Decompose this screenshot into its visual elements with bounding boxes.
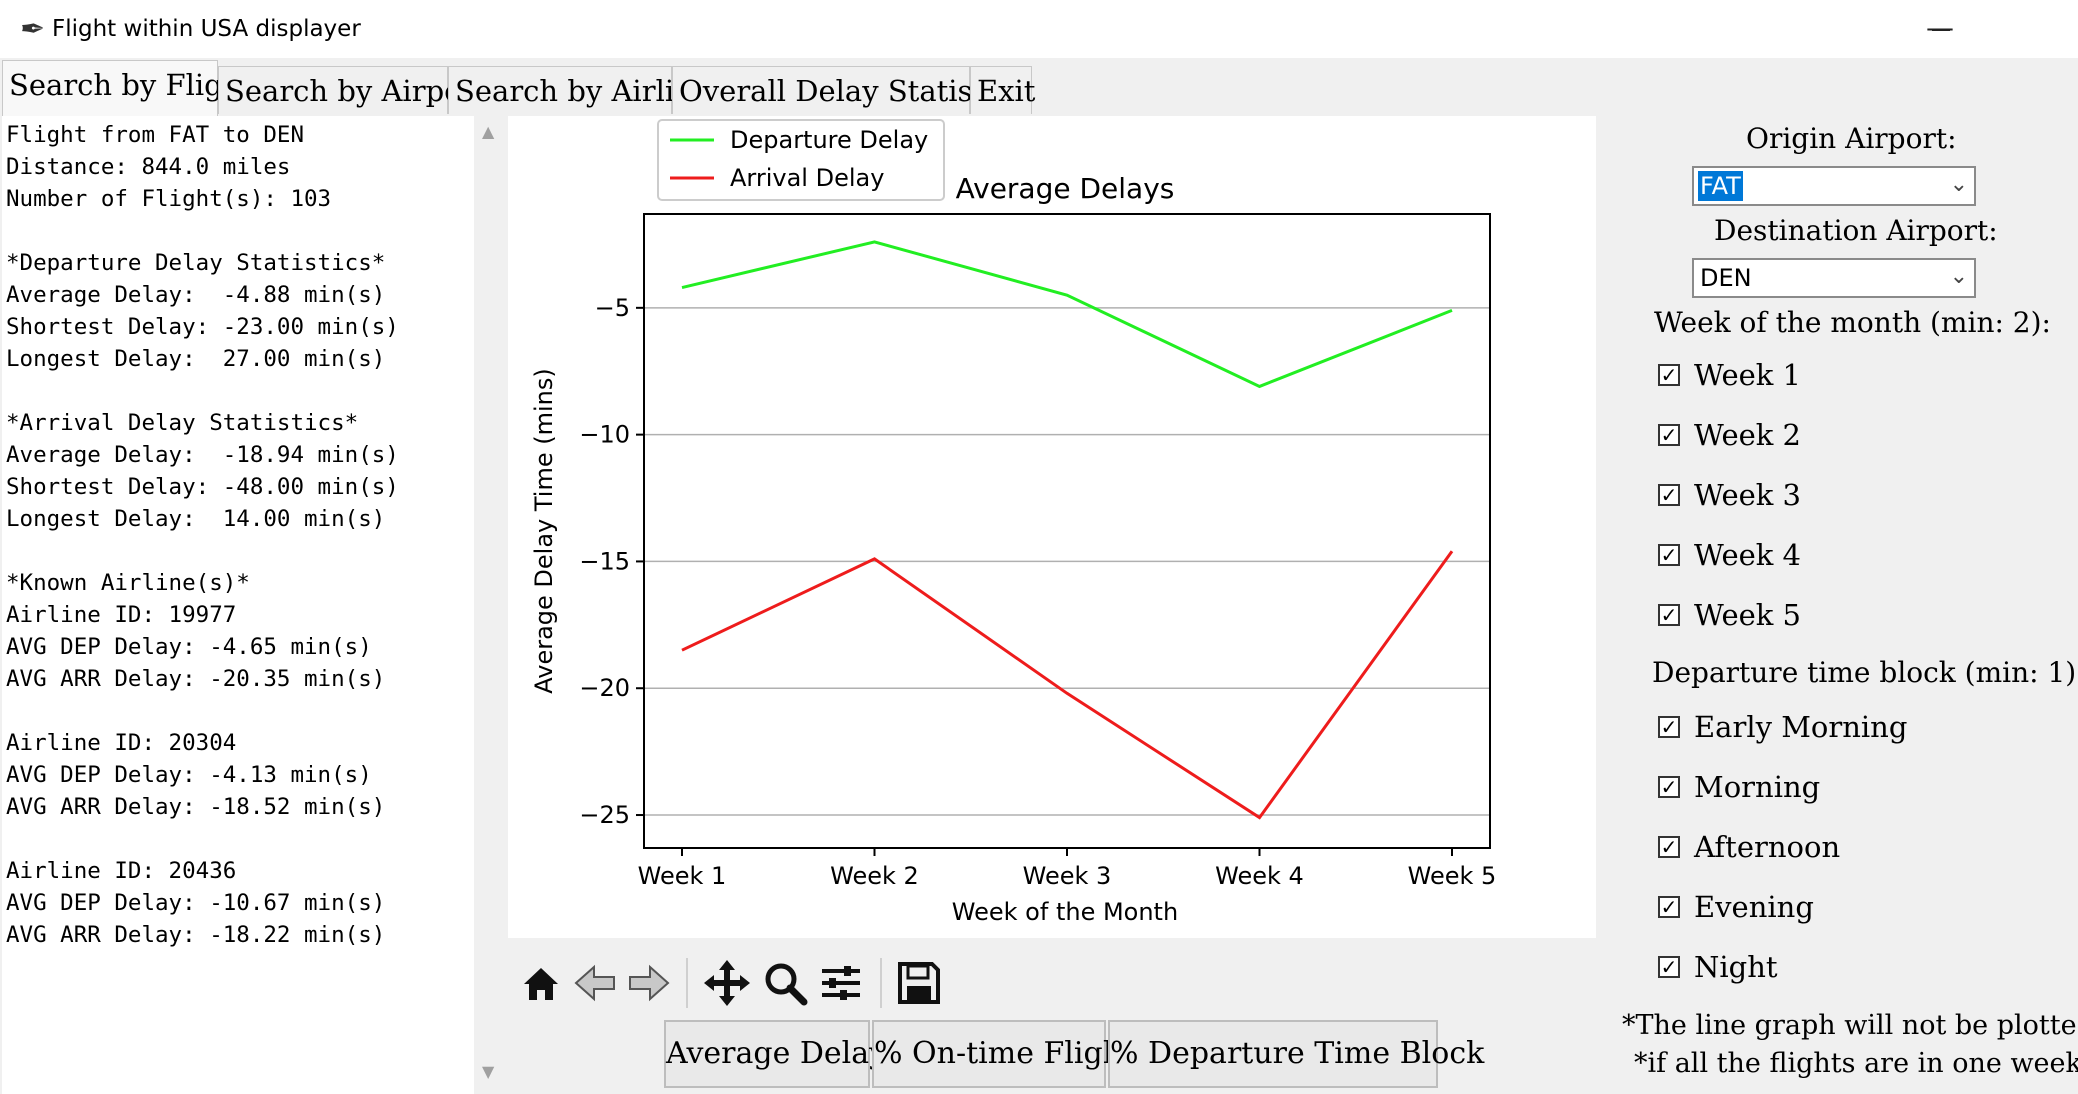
on-time-flight-button[interactable]: % On-time Flight [872,1020,1134,1088]
checkbox-box[interactable]: ✓ [1658,604,1680,626]
destination-airport-select[interactable]: DEN ⌄ [1692,258,1976,298]
chevron-down-icon: ⌄ [1949,264,1968,289]
origin-airport-label: Origin Airport: [1746,122,1957,155]
minimize-window-button[interactable] [1910,8,1970,48]
save-button[interactable] [892,956,946,1010]
chevron-down-icon: ⌄ [1949,172,1968,197]
checkbox-box[interactable]: ✓ [1658,776,1680,798]
pan-icon [704,960,750,1006]
filter-panel: Origin Airport: FAT ⌄ Destination Airpor… [1596,116,2078,1094]
arrival-delay-line [681,550,1454,820]
night-label: Night [1694,950,1778,984]
delay-chart: −5 −10 −15 −20 −25 Week 1 Week 2 Week 3 Week 4 We… [508,116,1596,938]
chart-title: Average Delays [956,172,1175,205]
back-arrow-icon [574,964,615,1002]
minimize-icon [1932,29,1950,31]
configure-subplots-icon [822,966,860,1000]
week-3-label: Week 3 [1694,478,1802,512]
plot-frame [643,213,1491,849]
average-delay-button[interactable]: Average Delay [664,1020,886,1088]
y-axis-label: Average Delay Time (mins) [530,368,558,694]
x-tick-label: Week 5 [1408,862,1497,890]
scroll-down-icon[interactable]: ▼ [482,1062,494,1081]
legend-label-departure: Departure Delay [730,126,928,154]
zoom-icon [765,963,808,1006]
back-button[interactable] [568,956,622,1010]
pan-button[interactable] [700,956,754,1010]
info-scrollbar[interactable]: ▲ ▼ [476,116,506,1094]
y-tick-label: −15 [579,547,630,575]
tab-bar: Search by Flight Search by Airport Searc… [0,58,2078,116]
x-tick-label: Week 1 [638,862,727,890]
destination-airport-value: DEN [1700,264,1752,292]
week-1-label: Week 1 [1694,358,1802,392]
tab-exit[interactable]: Exit [970,66,1035,114]
window-title: Flight within USA displayer [52,16,361,42]
tab-search-by-flight[interactable]: Search by Flight [2,60,253,116]
feather-icon: ✒ [20,12,46,47]
evening-label: Evening [1694,890,1814,924]
toolbar-separator [880,958,882,1008]
y-tick-label: −5 [595,294,630,322]
morning-label: Morning [1694,770,1821,804]
save-icon [898,962,940,1004]
week-of-month-label: Week of the month (min: 2): [1654,306,2051,339]
checkbox-box[interactable]: ✓ [1658,424,1680,446]
destination-airport-label: Destination Airport: [1714,214,1998,247]
plot-note-line-1: *The line graph will not be plotted* [1622,1010,2078,1041]
legend-label-arrival: Arrival Delay [730,164,884,192]
plot-toolbar [508,950,1008,1016]
origin-airport-select[interactable]: FAT ⌄ [1692,166,1976,206]
tab-search-by-airport[interactable]: Search by Airport [218,66,487,114]
checkbox-box[interactable]: ✓ [1658,716,1680,738]
checkbox-box[interactable]: ✓ [1658,484,1680,506]
x-axis-label: Week of the Month [952,898,1178,926]
checkbox-box[interactable]: ✓ [1658,544,1680,566]
departure-time-block-button[interactable]: % Departure Time Block [1108,1020,1484,1088]
departure-delay-line [681,240,1453,389]
origin-airport-value: FAT [1698,171,1743,201]
tab-search-by-airline[interactable]: Search by Airline [448,66,710,114]
flight-info-text: Flight from FAT to DEN Distance: 844.0 m… [6,122,399,948]
x-tick-label: Week 2 [830,862,919,890]
afternoon-label: Afternoon [1694,830,1841,864]
y-tick-label: −10 [579,421,630,449]
week-5-label: Week 5 [1694,598,1802,632]
x-tick-label: Week 3 [1023,862,1112,890]
tab-overall-delay-statistics[interactable]: Overall Delay Statistics [672,66,1025,114]
zoom-button[interactable] [758,956,812,1010]
forward-button[interactable] [622,956,676,1010]
checkbox-box[interactable]: ✓ [1658,956,1680,978]
plot-note-line-2: *if all the flights are in one week* [1634,1048,2078,1079]
flight-info-text-area[interactable]: Flight from FAT to DEN Distance: 844.0 m… [2,116,474,1094]
chart-legend: Departure Delay Arrival Delay [657,119,945,201]
checkbox-box[interactable]: ✓ [1658,896,1680,918]
checkbox-box[interactable]: ✓ [1658,836,1680,858]
week-2-label: Week 2 [1694,418,1802,452]
x-tick-label: Week 4 [1215,862,1304,890]
early-morning-label: Early Morning [1694,710,1908,744]
chart-svg: −5 −10 −15 −20 −25 Week 1 Week 2 Week 3 Week 4 We… [530,119,1497,926]
title-bar: ✒ Flight within USA displayer — [0,0,2078,58]
home-button[interactable] [514,956,568,1010]
departure-time-block-label: Departure time block (min: 1): [1652,656,2078,689]
y-tick-label: −20 [579,674,630,702]
configure-subplots-button[interactable] [814,956,868,1010]
toolbar-separator [686,958,688,1008]
forward-arrow-icon [629,964,670,1002]
y-tick-label: −25 [579,801,630,829]
home-icon [524,968,558,1000]
week-4-label: Week 4 [1694,538,1802,572]
checkbox-box[interactable]: ✓ [1658,364,1680,386]
scroll-up-icon[interactable]: ▲ [482,122,494,141]
